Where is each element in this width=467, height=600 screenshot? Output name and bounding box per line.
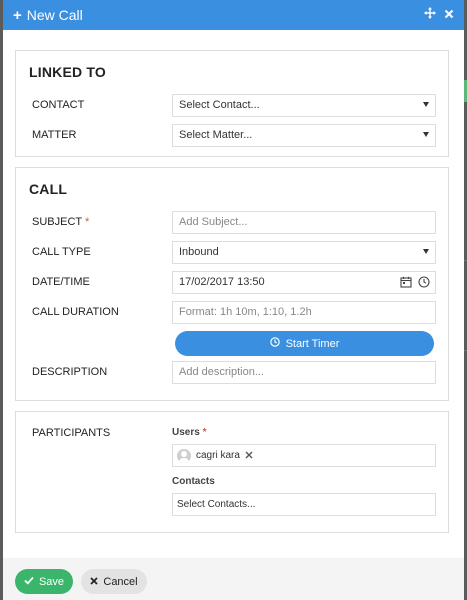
check-icon	[24, 576, 34, 588]
save-label: Save	[38, 575, 65, 588]
subject-input[interactable]: Add Subject...	[172, 210, 436, 234]
clock-icon[interactable]	[418, 275, 430, 291]
description-label: DESCRIPTION	[32, 366, 108, 378]
datetime-row: DATE/TIME 17/02/2017 13:50	[29, 270, 436, 294]
modal-footer: Save Cancel	[3, 558, 464, 600]
call-type-label: CALL TYPE	[32, 246, 91, 258]
users-label: Users *	[172, 427, 436, 438]
contacts-input[interactable]: Select Contacts...	[172, 493, 436, 516]
datetime-input[interactable]: 17/02/2017 13:50	[172, 270, 436, 294]
users-label-text: Users	[172, 427, 200, 438]
duration-row: CALL DURATION Format: 1h 10m, 1:10, 1.2h	[29, 300, 436, 324]
user-tag-name: cagri kara	[196, 450, 240, 461]
caret-down-icon	[423, 131, 429, 137]
datetime-label: DATE/TIME	[32, 276, 90, 288]
contact-row: CONTACT Select Contact...	[29, 93, 436, 117]
user-avatar-icon	[177, 448, 191, 463]
participants-row: PARTICIPANTS Users * cagri kara Contacts	[29, 427, 436, 525]
plus-icon: +	[13, 6, 22, 24]
matter-select-value: Select Matter...	[179, 129, 253, 141]
call-heading: CALL	[29, 181, 68, 197]
caret-down-icon	[423, 101, 429, 107]
contacts-label: Contacts	[172, 476, 215, 487]
caret-down-icon	[423, 248, 429, 254]
remove-tag-icon[interactable]	[245, 450, 253, 462]
matter-row: MATTER Select Matter...	[29, 123, 436, 147]
modal-title-text: New Call	[26, 7, 83, 23]
description-input[interactable]: Add description...	[172, 360, 436, 384]
call-type-value: Inbound	[179, 246, 219, 258]
modal-title: + New Call	[13, 7, 83, 24]
subject-label-text: SUBJECT	[32, 216, 82, 228]
matter-select[interactable]: Select Matter...	[172, 123, 436, 147]
contact-select-value: Select Contact...	[179, 99, 260, 111]
description-row: DESCRIPTION Add description...	[29, 360, 436, 384]
new-call-modal: + New Call LINKED TO CONTACT Select Cont…	[3, 0, 464, 600]
participants-label: PARTICIPANTS	[32, 427, 111, 439]
start-timer-label: Start Timer	[285, 337, 340, 350]
cancel-label: Cancel	[103, 575, 138, 588]
modal-header: + New Call	[3, 0, 464, 30]
datetime-value: 17/02/2017 13:50	[179, 276, 265, 288]
matter-label: MATTER	[32, 129, 77, 141]
call-type-row: CALL TYPE Inbound	[29, 240, 436, 264]
participants-fields: Users * cagri kara Contacts Select Conta…	[172, 427, 436, 525]
required-marker: *	[202, 427, 207, 438]
required-marker: *	[84, 216, 90, 228]
cancel-button[interactable]: Cancel	[81, 569, 147, 594]
calendar-icon[interactable]	[400, 276, 412, 291]
participants-panel: PARTICIPANTS Users * cagri kara Contacts	[15, 411, 449, 533]
move-icon[interactable]	[424, 7, 436, 22]
clock-icon	[269, 337, 280, 350]
call-type-select[interactable]: Inbound	[172, 240, 436, 264]
linked-to-heading: LINKED TO	[29, 64, 106, 80]
duration-label: CALL DURATION	[32, 306, 119, 318]
call-panel: CALL SUBJECT * Add Subject... CALL TYPE …	[15, 167, 449, 401]
contact-select[interactable]: Select Contact...	[172, 93, 436, 117]
users-input[interactable]: cagri kara	[172, 444, 436, 467]
close-icon[interactable]	[444, 7, 454, 22]
subject-label: SUBJECT *	[29, 216, 172, 228]
duration-input[interactable]: Format: 1h 10m, 1:10, 1.2h	[172, 300, 436, 324]
x-icon	[90, 576, 98, 588]
modal-body: LINKED TO CONTACT Select Contact... MATT…	[3, 30, 464, 558]
header-actions	[424, 7, 454, 22]
datetime-icons	[400, 275, 430, 291]
linked-to-panel: LINKED TO CONTACT Select Contact... MATT…	[15, 50, 449, 157]
start-timer-button[interactable]: Start Timer	[175, 331, 434, 356]
save-button[interactable]: Save	[15, 569, 73, 594]
subject-row: SUBJECT * Add Subject...	[29, 210, 436, 234]
contact-label: CONTACT	[32, 99, 85, 111]
